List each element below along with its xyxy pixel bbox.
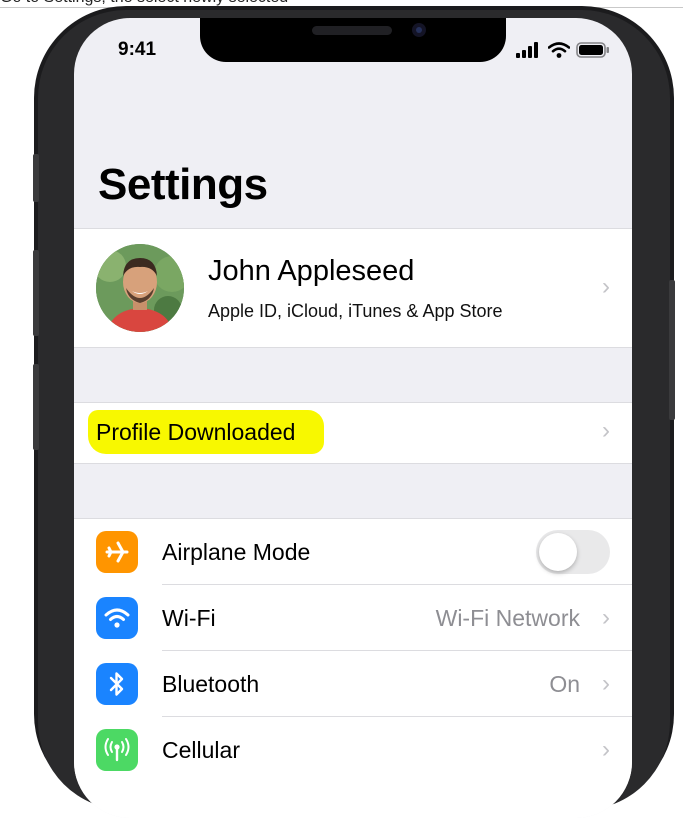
power-button [669,280,675,420]
airplane-mode-label: Airplane Mode [162,539,311,565]
account-name: John Appleseed [208,255,415,287]
chevron-right-icon: › [602,604,610,631]
wifi-label: Wi-Fi [162,605,216,631]
status-icons [516,42,610,58]
airplane-mode-toggle[interactable] [536,530,610,574]
bluetooth-label: Bluetooth [162,671,260,697]
avatar [96,244,184,332]
volume-up-button [33,250,39,336]
wifi-row[interactable]: Wi-Fi Wi-Fi Network › [74,585,632,651]
status-time: 9:41 [118,39,157,60]
signal-icon [516,42,538,58]
bluetooth-icon [96,663,138,705]
toggle-knob [539,533,577,571]
apple-id-row[interactable]: John Appleseed Apple ID, iCloud, iTunes … [74,228,632,348]
phone-screen: 9:41 Settings John Appleseed Apple ID, i… [74,18,632,818]
bluetooth-status-value: On [549,671,580,697]
chevron-right-icon: › [602,417,610,444]
settings-list: Airplane Mode Wi-Fi Wi-Fi Network › Blue… [74,518,632,818]
account-subtitle: Apple ID, iCloud, iTunes & App Store [208,301,503,321]
cellular-label: Cellular [162,737,240,763]
battery-icon [576,42,609,58]
airplane-icon [96,531,138,573]
speaker [312,26,392,35]
bluetooth-row[interactable]: Bluetooth On › [74,651,632,717]
profile-downloaded-label: Profile Downloaded [96,419,296,445]
cellular-row[interactable]: Cellular › [74,717,632,783]
chevron-right-icon: › [602,670,610,697]
chevron-right-icon: › [602,273,610,300]
airplane-mode-row[interactable]: Airplane Mode [74,519,632,585]
cellular-antenna-icon [96,729,138,771]
wifi-network-value: Wi-Fi Network [435,605,580,631]
front-camera [412,23,426,37]
volume-down-button [33,364,39,450]
wifi-status-icon [548,42,570,58]
profile-downloaded-row[interactable]: Profile Downloaded › [74,402,632,464]
page-title: Settings [98,160,268,209]
mute-switch [33,154,39,202]
wifi-icon [96,597,138,639]
chevron-right-icon: › [602,736,610,763]
notch [200,18,506,62]
